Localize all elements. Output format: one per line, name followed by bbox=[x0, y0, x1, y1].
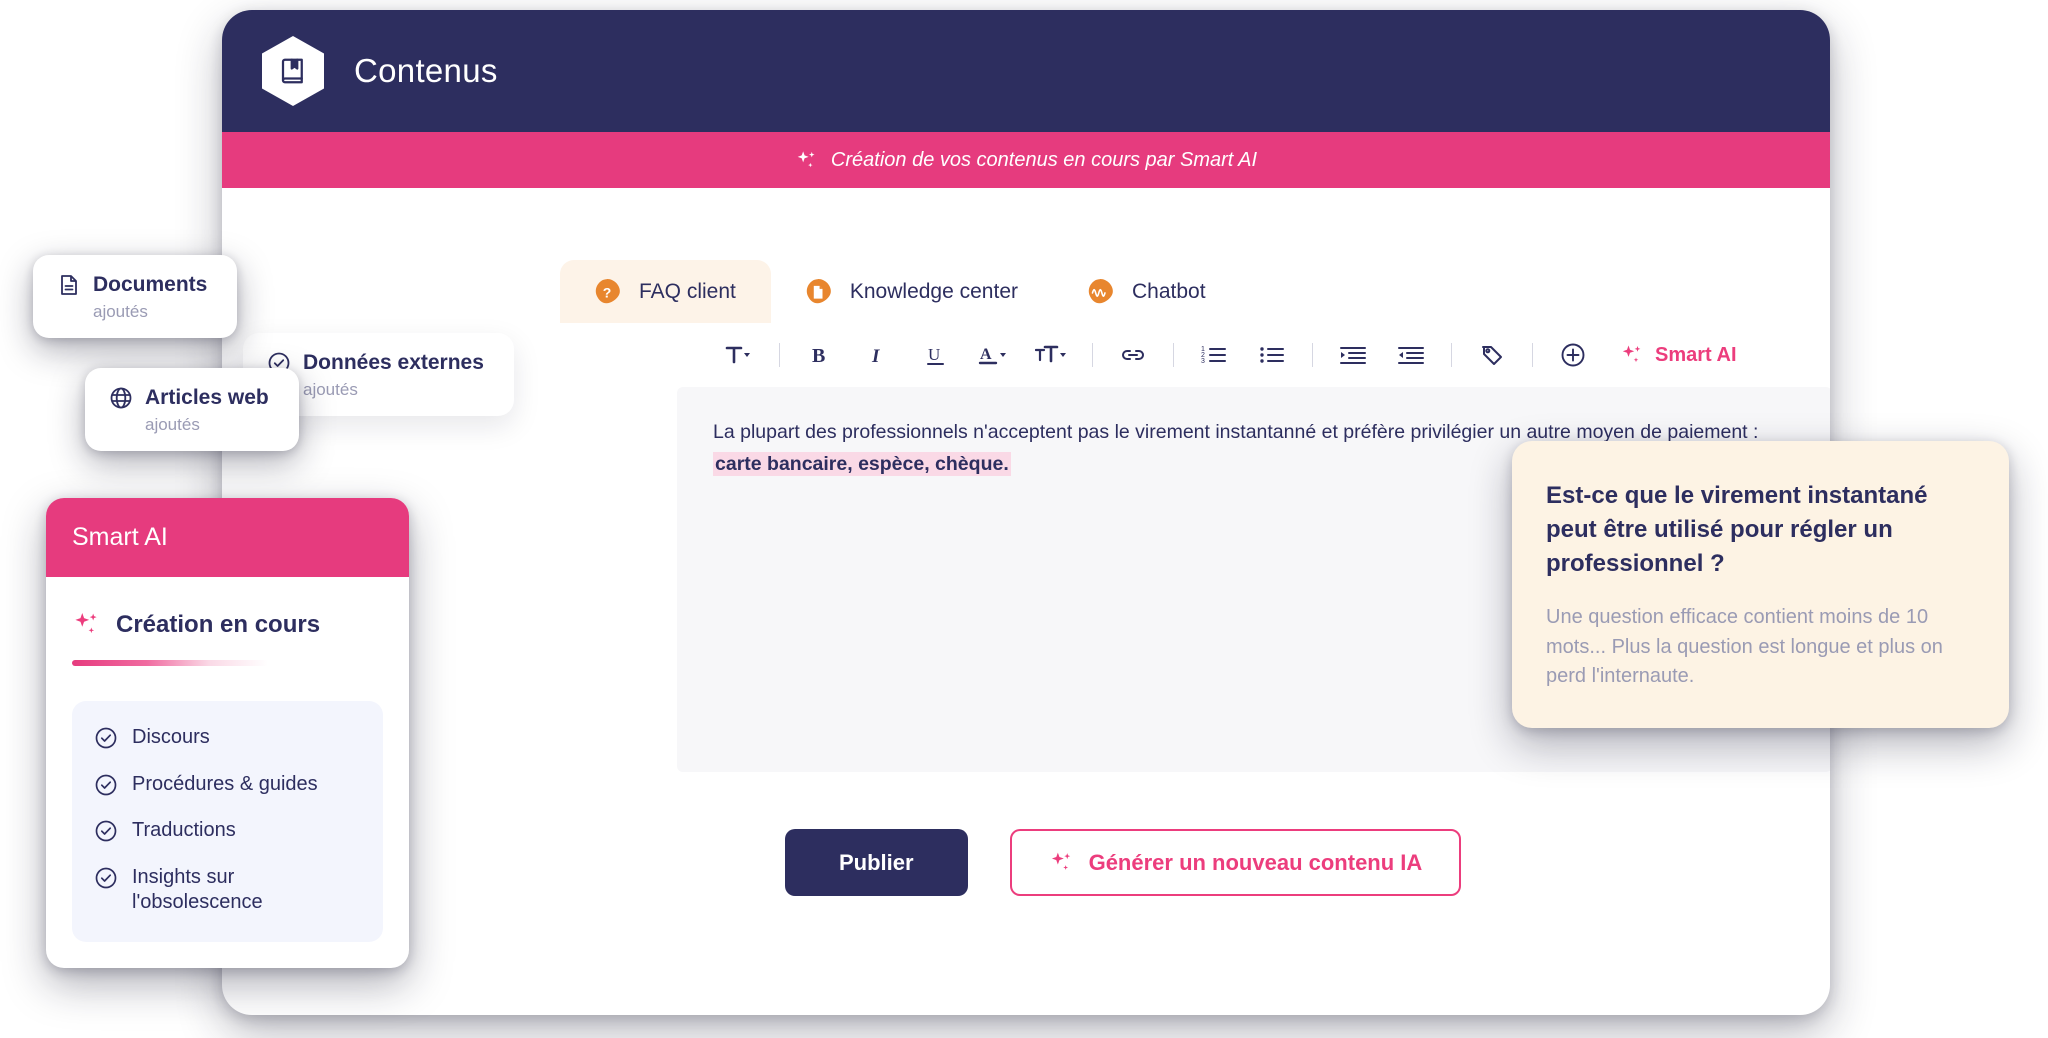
status-banner-text: Création de vos contenus en cours par Sm… bbox=[830, 148, 1258, 171]
indent-increase-icon[interactable] bbox=[1331, 335, 1375, 375]
floating-card-title: Articles web bbox=[145, 386, 269, 409]
app-header: Contenus bbox=[222, 10, 1830, 132]
smart-ai-task-list: Discours Procédures & guides Traductions bbox=[72, 701, 383, 942]
publish-button[interactable]: Publier bbox=[785, 829, 968, 896]
tab-faq-client[interactable]: ? FAQ client bbox=[560, 260, 771, 323]
tab-label: FAQ client bbox=[639, 280, 736, 303]
smart-ai-panel: Smart AI Création en cours Discours Proc… bbox=[46, 498, 409, 968]
underline-icon[interactable]: U bbox=[914, 335, 958, 375]
smart-ai-panel-header: Smart AI bbox=[46, 498, 409, 577]
floating-card-title-row: Données externes bbox=[267, 351, 484, 375]
italic-icon[interactable]: I bbox=[856, 335, 900, 375]
floating-card-title: Documents bbox=[93, 273, 208, 296]
globe-icon bbox=[109, 386, 133, 410]
floating-card-subtitle: ajoutés bbox=[93, 302, 148, 321]
indent-decrease-icon[interactable] bbox=[1389, 335, 1433, 375]
editor-paragraph-highlight: carte bancaire, espèce, chèque. bbox=[713, 451, 1011, 476]
svg-text:I: I bbox=[871, 346, 880, 366]
document-badge-icon bbox=[803, 277, 833, 307]
sparkle-icon bbox=[1049, 850, 1074, 875]
check-circle-icon bbox=[94, 772, 118, 797]
floating-card-subtitle: ajoutés bbox=[303, 380, 358, 399]
toolbar-divider bbox=[1532, 343, 1533, 367]
svg-text:?: ? bbox=[603, 285, 612, 301]
tooltip-hint: Une question efficace contient moins de … bbox=[1546, 606, 1943, 688]
smart-ai-status: Création en cours bbox=[72, 610, 383, 639]
sparkle-icon bbox=[795, 149, 818, 172]
list-item-label: Insights sur l'obsolescence bbox=[132, 865, 263, 914]
book-icon bbox=[262, 36, 324, 106]
page-title: Contenus bbox=[354, 52, 498, 89]
toolbar-divider bbox=[1173, 343, 1174, 367]
list-item: Traductions bbox=[94, 818, 361, 844]
list-item: Discours bbox=[94, 725, 361, 751]
bullet-list-icon[interactable] bbox=[1250, 335, 1294, 375]
smart-ai-toolbar-button[interactable]: Smart AI bbox=[1620, 343, 1737, 367]
tab-bar: ? FAQ client Knowledge center Chatbot bbox=[222, 188, 1830, 323]
plus-circle-icon[interactable] bbox=[1551, 335, 1595, 375]
wave-badge-icon bbox=[1085, 277, 1115, 307]
link-icon[interactable] bbox=[1111, 335, 1155, 375]
toolbar-divider bbox=[779, 343, 780, 367]
tag-icon[interactable] bbox=[1470, 335, 1514, 375]
svg-text:U: U bbox=[928, 345, 940, 364]
tooltip-question: Est-ce que le virement instantané peut ê… bbox=[1546, 482, 1928, 578]
list-item-label: Discours bbox=[132, 726, 210, 748]
bold-icon[interactable]: B bbox=[798, 335, 842, 375]
editor-paragraph-lead: La plupart des professionnels n'accepten… bbox=[713, 421, 1759, 443]
toolbar-divider bbox=[1092, 343, 1093, 367]
list-item: Insights sur l'obsolescence bbox=[94, 865, 361, 916]
list-item-label: Procédures & guides bbox=[132, 772, 318, 795]
tab-label: Chatbot bbox=[1132, 280, 1206, 303]
list-item: Procédures & guides bbox=[94, 772, 361, 798]
text-color-icon[interactable]: A bbox=[972, 335, 1016, 375]
ordered-list-icon[interactable]: 1 2 3 bbox=[1192, 335, 1236, 375]
check-circle-icon bbox=[94, 725, 118, 750]
smart-ai-status-label: Création en cours bbox=[116, 610, 321, 638]
floating-card-articles-web[interactable]: Articles web ajoutés bbox=[85, 368, 299, 451]
progress-bar bbox=[72, 660, 268, 666]
tab-label: Knowledge center bbox=[849, 280, 1018, 303]
floating-card-subtitle: ajoutés bbox=[145, 415, 200, 434]
generate-ai-content-button[interactable]: Générer un nouveau contenu IA bbox=[1009, 829, 1462, 896]
toolbar-divider bbox=[1451, 343, 1452, 367]
question-badge-icon: ? bbox=[592, 277, 622, 307]
question-tooltip-card: Est-ce que le virement instantané peut ê… bbox=[1512, 441, 2009, 729]
sparkle-icon bbox=[1620, 343, 1644, 367]
check-circle-icon bbox=[94, 818, 118, 843]
generate-ai-content-label: Générer un nouveau contenu IA bbox=[1088, 849, 1423, 875]
floating-card-documents[interactable]: Documents ajoutés bbox=[33, 255, 238, 338]
text-style-icon[interactable] bbox=[717, 335, 761, 375]
status-banner: Création de vos contenus en cours par Sm… bbox=[222, 132, 1830, 188]
floating-card-title-row: Articles web bbox=[109, 386, 269, 410]
svg-text:A: A bbox=[980, 346, 992, 363]
floating-card-title-row: Documents bbox=[57, 273, 207, 297]
tab-knowledge-center[interactable]: Knowledge center bbox=[771, 260, 1053, 323]
tab-chatbot[interactable]: Chatbot bbox=[1053, 260, 1241, 323]
svg-text:3: 3 bbox=[1201, 358, 1205, 365]
check-circle-icon bbox=[94, 865, 118, 890]
svg-text:B: B bbox=[812, 345, 825, 366]
toolbar-divider bbox=[1312, 343, 1313, 367]
list-item-label: Traductions bbox=[132, 819, 236, 842]
font-size-icon[interactable] bbox=[1030, 335, 1074, 375]
smart-ai-label: Smart AI bbox=[1655, 343, 1737, 366]
sparkle-icon bbox=[72, 610, 101, 639]
floating-card-title: Données externes bbox=[303, 351, 484, 374]
smart-ai-panel-body: Création en cours Discours Procédures & … bbox=[46, 577, 409, 968]
document-icon bbox=[57, 273, 81, 297]
editor-actions: Publier Générer un nouveau contenu IA bbox=[222, 772, 1830, 896]
